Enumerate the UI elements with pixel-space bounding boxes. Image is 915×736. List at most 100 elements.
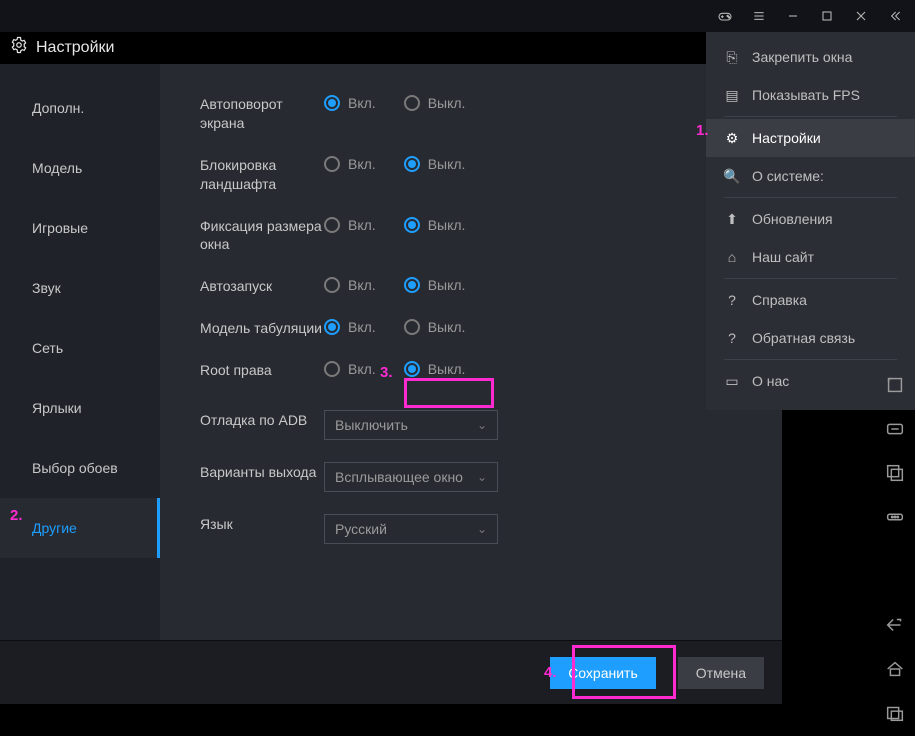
- sidebar-item-sound[interactable]: Звук: [0, 258, 160, 318]
- cancel-button[interactable]: Отмена: [678, 657, 764, 689]
- select-value: Выключить: [335, 417, 408, 433]
- chevron-down-icon: ⌄: [477, 522, 487, 536]
- right-toolbar: [875, 374, 915, 528]
- settings-sidebar: Дополн. Модель Игровые Звук Сеть Ярлыки …: [0, 64, 160, 640]
- menu-updates[interactable]: ⬆ Обновления: [706, 200, 915, 238]
- radio-on[interactable]: Вкл.: [324, 217, 376, 233]
- chevron-down-icon: ⌄: [477, 470, 487, 484]
- language-select[interactable]: Русский ⌄: [324, 514, 498, 544]
- collapse-panel-icon[interactable]: [881, 2, 909, 30]
- menu-separator: [724, 278, 897, 279]
- setting-label: Автозапуск: [200, 276, 324, 296]
- multi-instance-icon[interactable]: [884, 462, 906, 484]
- setting-label: Блокировка ландшафта: [200, 155, 324, 194]
- setting-label: Автоповорот экрана: [200, 94, 324, 133]
- upload-icon: ⬆: [724, 211, 740, 228]
- save-button[interactable]: Сохранить: [550, 657, 656, 689]
- gear-icon: ⚙: [724, 130, 740, 147]
- menu-feedback[interactable]: ? Обратная связь: [706, 319, 915, 357]
- menu-label: О системе:: [752, 168, 824, 184]
- menu-label: О нас: [752, 373, 789, 389]
- menu-settings[interactable]: ⚙ Настройки: [706, 119, 915, 157]
- home-icon: ⌂: [724, 249, 740, 265]
- menu-label: Наш сайт: [752, 249, 814, 265]
- menu-label: Обратная связь: [752, 330, 855, 346]
- menu-pin-windows[interactable]: ⎘ Закрепить окна: [706, 38, 915, 76]
- setting-label: Модель табуляции: [200, 318, 324, 338]
- setting-label: Варианты выхода: [200, 462, 324, 482]
- radio-on[interactable]: Вкл.: [324, 319, 376, 335]
- info-icon: ▭: [724, 373, 740, 390]
- settings-panel: Дополн. Модель Игровые Звук Сеть Ярлыки …: [0, 64, 782, 640]
- radio-off[interactable]: Выкл.: [404, 217, 466, 233]
- page-title-text: Настройки: [36, 39, 114, 57]
- exit-select[interactable]: Всплывающее окно ⌄: [324, 462, 498, 492]
- setting-exit-options: Варианты выхода Всплывающее окно ⌄: [200, 462, 782, 492]
- back-icon[interactable]: [884, 614, 906, 636]
- setting-fix-window-size: Фиксация размера окна Вкл. Выкл.: [200, 216, 782, 255]
- sidebar-item-model[interactable]: Модель: [0, 138, 160, 198]
- settings-footer: Сохранить Отмена: [0, 640, 782, 704]
- radio-icon: [404, 95, 420, 111]
- sidebar-item-label: Звук: [32, 280, 61, 296]
- setting-label: Фиксация размера окна: [200, 216, 324, 255]
- sidebar-item-game[interactable]: Игровые: [0, 198, 160, 258]
- sidebar-item-label: Выбор обоев: [32, 460, 118, 476]
- radio-off[interactable]: Выкл.: [404, 277, 466, 293]
- fps-icon: ▤: [724, 87, 740, 104]
- radio-off[interactable]: Выкл.: [404, 95, 466, 111]
- radio-icon: [404, 319, 420, 335]
- gamepad-icon[interactable]: [711, 2, 739, 30]
- recents-icon[interactable]: [884, 702, 906, 724]
- gear-icon: [10, 36, 28, 59]
- radio-on[interactable]: Вкл.: [324, 156, 376, 172]
- radio-icon: [404, 277, 420, 293]
- close-button[interactable]: [847, 2, 875, 30]
- sidebar-item-other[interactable]: Другие: [0, 498, 160, 558]
- radio-off[interactable]: Выкл.: [404, 361, 466, 377]
- maximize-button[interactable]: [813, 2, 841, 30]
- radio-icon: [324, 319, 340, 335]
- menu-label: Показывать FPS: [752, 87, 860, 103]
- radio-on[interactable]: Вкл.: [324, 95, 376, 111]
- menu-show-fps[interactable]: ▤ Показывать FPS: [706, 76, 915, 114]
- menu-help[interactable]: ? Справка: [706, 281, 915, 319]
- menu-about-system[interactable]: 🔍 О системе:: [706, 157, 915, 195]
- radio-icon: [324, 277, 340, 293]
- setting-label: Root права: [200, 360, 324, 380]
- setting-label: Язык: [200, 514, 324, 534]
- sidebar-item-additional[interactable]: Дополн.: [0, 78, 160, 138]
- chevron-down-icon: ⌄: [477, 418, 487, 432]
- radio-icon: [324, 156, 340, 172]
- adb-select[interactable]: Выключить ⌄: [324, 410, 498, 440]
- sidebar-item-label: Игровые: [32, 220, 88, 236]
- more-icon[interactable]: [884, 506, 906, 528]
- sidebar-item-network[interactable]: Сеть: [0, 318, 160, 378]
- menu-separator: [724, 116, 897, 117]
- menu-our-site[interactable]: ⌂ Наш сайт: [706, 238, 915, 276]
- menu-icon[interactable]: [745, 2, 773, 30]
- sidebar-item-label: Модель: [32, 160, 82, 176]
- minimize-button[interactable]: [779, 2, 807, 30]
- sidebar-item-label: Ярлыки: [32, 400, 82, 416]
- select-value: Русский: [335, 521, 387, 537]
- search-icon: 🔍: [724, 168, 740, 185]
- setting-root: Root права Вкл. Выкл.: [200, 360, 782, 380]
- page-title: Настройки: [10, 36, 114, 59]
- main-menu-dropdown: ⎘ Закрепить окна ▤ Показывать FPS ⚙ Наст…: [706, 32, 915, 410]
- sidebar-item-wallpaper[interactable]: Выбор обоев: [0, 438, 160, 498]
- radio-off[interactable]: Выкл.: [404, 319, 466, 335]
- keymap-icon[interactable]: [884, 418, 906, 440]
- home-icon[interactable]: [884, 658, 906, 680]
- radio-icon: [404, 217, 420, 233]
- setting-adb: Отладка по ADB Выключить ⌄: [200, 410, 782, 440]
- radio-on[interactable]: Вкл.: [324, 361, 376, 377]
- sidebar-item-label: Сеть: [32, 340, 63, 356]
- menu-label: Обновления: [752, 211, 833, 227]
- setting-landscape-lock: Блокировка ландшафта Вкл. Выкл.: [200, 155, 782, 194]
- radio-on[interactable]: Вкл.: [324, 277, 376, 293]
- radio-off[interactable]: Выкл.: [404, 156, 466, 172]
- fullscreen-icon[interactable]: [884, 374, 906, 396]
- setting-language: Язык Русский ⌄: [200, 514, 782, 544]
- sidebar-item-shortcuts[interactable]: Ярлыки: [0, 378, 160, 438]
